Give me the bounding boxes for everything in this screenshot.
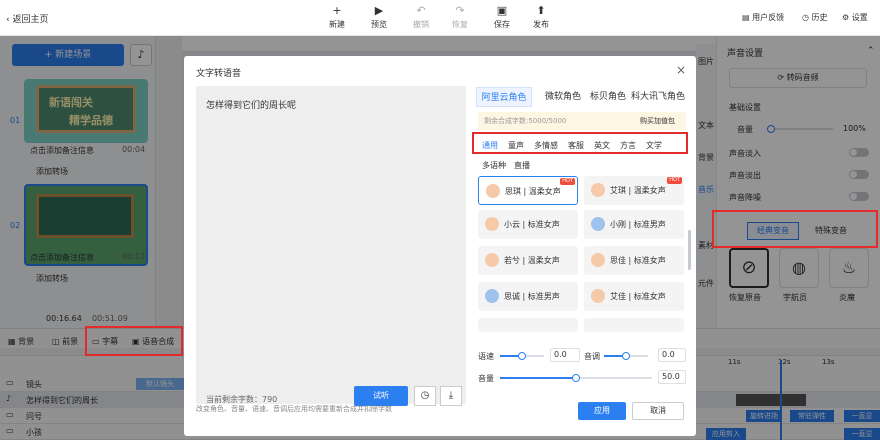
download-icon[interactable]: ⤓ [440,386,462,406]
hot-badge: HOT [560,178,575,185]
category-tab[interactable]: 童声 [508,140,524,151]
preview-button[interactable]: ▶ 预览 [362,5,396,30]
cancel-button[interactable]: 取消 [632,402,684,420]
tab-aliyun[interactable]: 阿里云角色 [476,87,532,107]
category-tab[interactable]: 多语种 [482,160,506,171]
save-icon: ▣ [496,4,508,17]
voice-card[interactable]: 小刚 | 标准男声 [584,210,684,239]
category-tab[interactable]: 多情感 [534,140,558,151]
category-tab[interactable]: 文学 [646,140,662,151]
pitch-input[interactable]: 0.0 [658,348,686,362]
save-button[interactable]: ▣ 保存 [485,5,519,30]
category-tab[interactable]: 方言 [620,140,636,151]
pitch-label: 音调 [584,352,600,361]
avatar-icon [591,289,605,303]
settings-link[interactable]: ⚙ 设置 [842,12,868,23]
voice-card[interactable]: 思琪 | 温柔女声 HOT [478,176,578,205]
highlight-box [85,326,183,356]
pitch-knob[interactable] [622,352,630,360]
voice-card[interactable]: 艾佳 | 标准女声 [584,282,684,311]
try-listen-button[interactable]: 试听 [354,386,408,406]
speed-label: 语速 [478,352,494,361]
category-tab[interactable]: 客服 [568,140,584,151]
back-home-link[interactable]: ‹ 返回主页 [6,12,48,25]
avatar-icon [591,183,605,197]
category-tab[interactable]: 英文 [594,140,610,151]
tab-iflytek[interactable]: 科大讯飞角色 [630,87,686,107]
avatar-icon [485,217,499,231]
text-to-speech-dialog: 文字转语音 × 怎样得到它们的周长呢 当前剩余字数：790 试听 ◷ ⤓ 改变角… [184,56,696,436]
text-input-area[interactable]: 怎样得到它们的周长呢 当前剩余字数：790 试听 ◷ ⤓ [196,86,466,406]
avatar-icon [591,217,605,231]
avatar-icon [591,253,605,267]
speed-slider[interactable] [500,352,544,360]
hint-text: 改变角色、音量、语速、音调后应用均需要重新合成并扣除字数 [196,405,392,413]
gear-icon: ⚙ [842,13,852,22]
apply-button[interactable]: 应用 [578,402,626,420]
avatar-icon [485,253,499,267]
feedback-link[interactable]: ▤ 用户反馈 [742,12,784,23]
voice-card[interactable] [584,318,684,332]
voice-card[interactable]: 小云 | 标准女声 [478,210,578,239]
highlight-box [712,210,878,248]
scrollbar[interactable] [688,230,691,270]
hot-badge: HOT [667,177,682,184]
pitch-slider[interactable] [604,352,648,360]
voice-card[interactable]: 思诚 | 标准男声 [478,282,578,311]
play-icon: ▶ [374,4,384,17]
top-toolbar: ‹ 返回主页 + 新建 ▶ 预览 ↶ 撤销 ↷ 恢复 ▣ 保存 ⬆ 发布 ▤ 用户反馈 ◷ … [0,0,880,36]
dialog-title: 文字转语音 [196,69,242,79]
volume-fill [500,377,576,379]
volume-label: 音量 [478,374,494,383]
history-link[interactable]: ◷ 历史 [802,12,828,23]
avatar-icon [486,184,500,198]
speed-input[interactable]: 0.0 [550,348,580,362]
publish-button[interactable]: ⬆ 发布 [524,5,558,30]
history-icon[interactable]: ◷ [414,386,436,406]
volume-knob[interactable] [572,374,580,382]
voice-card[interactable]: 思佳 | 标准女声 [584,246,684,275]
category-tab[interactable]: 直播 [514,160,530,171]
upload-icon: ⬆ [536,4,546,17]
category-tab[interactable]: 通用 [482,140,498,151]
redo-icon: ↷ [455,4,465,17]
tab-microsoft[interactable]: 微软角色 [536,87,590,107]
plus-icon: + [332,4,342,17]
volume-slider[interactable] [500,374,652,382]
buy-package-link[interactable]: 购买加值包 [640,116,675,126]
new-button[interactable]: + 新建 [320,5,354,30]
close-icon[interactable]: × [676,63,686,77]
redo-button[interactable]: ↷ 恢复 [443,5,477,30]
volume-input[interactable]: 50.0 [658,370,686,384]
tab-biaobei[interactable]: 标贝角色 [586,87,630,107]
voice-card[interactable]: 若兮 | 温柔女声 [478,246,578,275]
feedback-icon: ▤ [742,13,753,22]
clock-icon: ◷ [802,13,812,22]
undo-icon: ↶ [416,4,426,17]
voice-card[interactable]: 艾琪 | 温柔女声 HOT [584,176,684,205]
voice-card[interactable] [478,318,578,332]
speed-knob[interactable] [518,352,526,360]
quota-bar: 剩余合成字数:5000/5000 购买加值包 [478,112,686,130]
undo-button[interactable]: ↶ 撤销 [404,5,438,30]
avatar-icon [485,289,499,303]
